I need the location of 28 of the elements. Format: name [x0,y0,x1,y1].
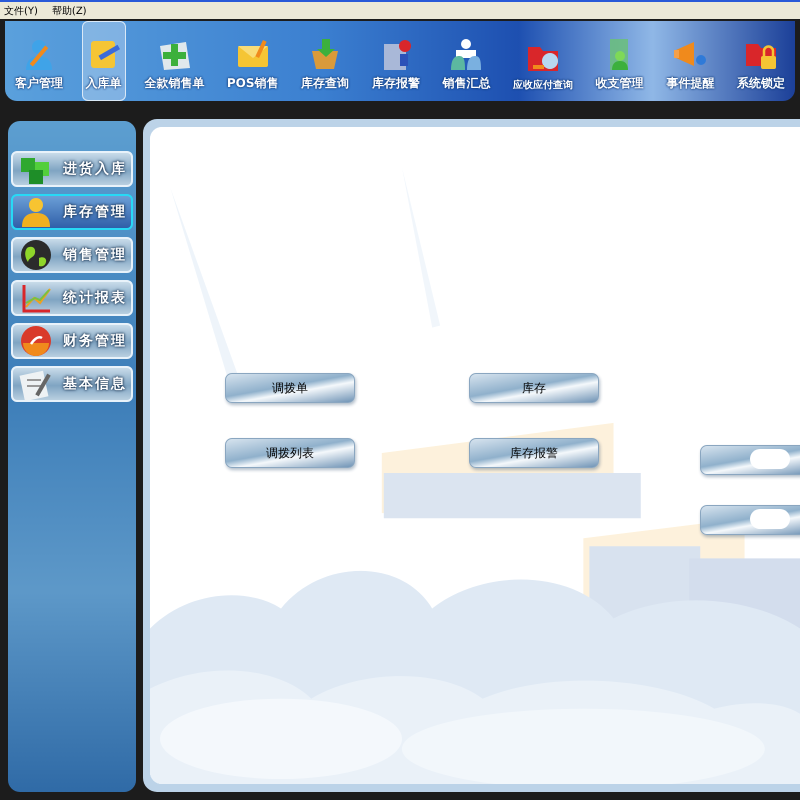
sidebar-item[interactable]: 进货入库 [11,151,133,187]
function-button[interactable]: 库存报警 [469,438,599,468]
sidebar-item[interactable]: 财务管理 [11,323,133,359]
toolbar-button[interactable]: 应收应付查询 [509,21,578,101]
toolbar-button[interactable]: 事件提醒 [662,21,718,101]
menu-item[interactable]: 帮助(Z) [52,4,87,18]
sidebar-item[interactable]: 库存管理 [11,194,133,230]
sidebar-item[interactable]: 基本信息 [11,366,133,402]
sidebar-item[interactable]: 销售管理 [11,237,133,273]
toolbar-button[interactable]: 库存查询 [297,21,354,101]
toolbar-button[interactable]: 收支管理 [592,21,648,101]
menu-item[interactable]: 文件(Y) [4,4,38,18]
toolbar-button[interactable]: 库存报警 [368,21,424,101]
orb-swoosh-icon [19,324,53,358]
function-button[interactable] [700,445,800,475]
function-button[interactable] [700,505,800,535]
toolbar-button[interactable]: 系统锁定 [732,21,789,101]
toolbar-button[interactable]: 销售汇总 [438,21,494,101]
sidebar-item[interactable]: 统计报表 [11,280,133,316]
toolbar-button[interactable]: POS销售 [222,21,283,101]
function-button[interactable]: 调拨列表 [225,438,355,468]
toolbar-button[interactable]: 入库单 [82,21,126,101]
function-button[interactable]: 库存 [469,373,599,403]
toolbar-button[interactable]: 客户管理 [11,21,67,101]
person-icon [19,195,53,229]
globe-icon [19,238,53,272]
toolbar-button[interactable]: 全款销售单 [140,21,208,101]
function-button[interactable]: 调拨单 [225,373,355,403]
